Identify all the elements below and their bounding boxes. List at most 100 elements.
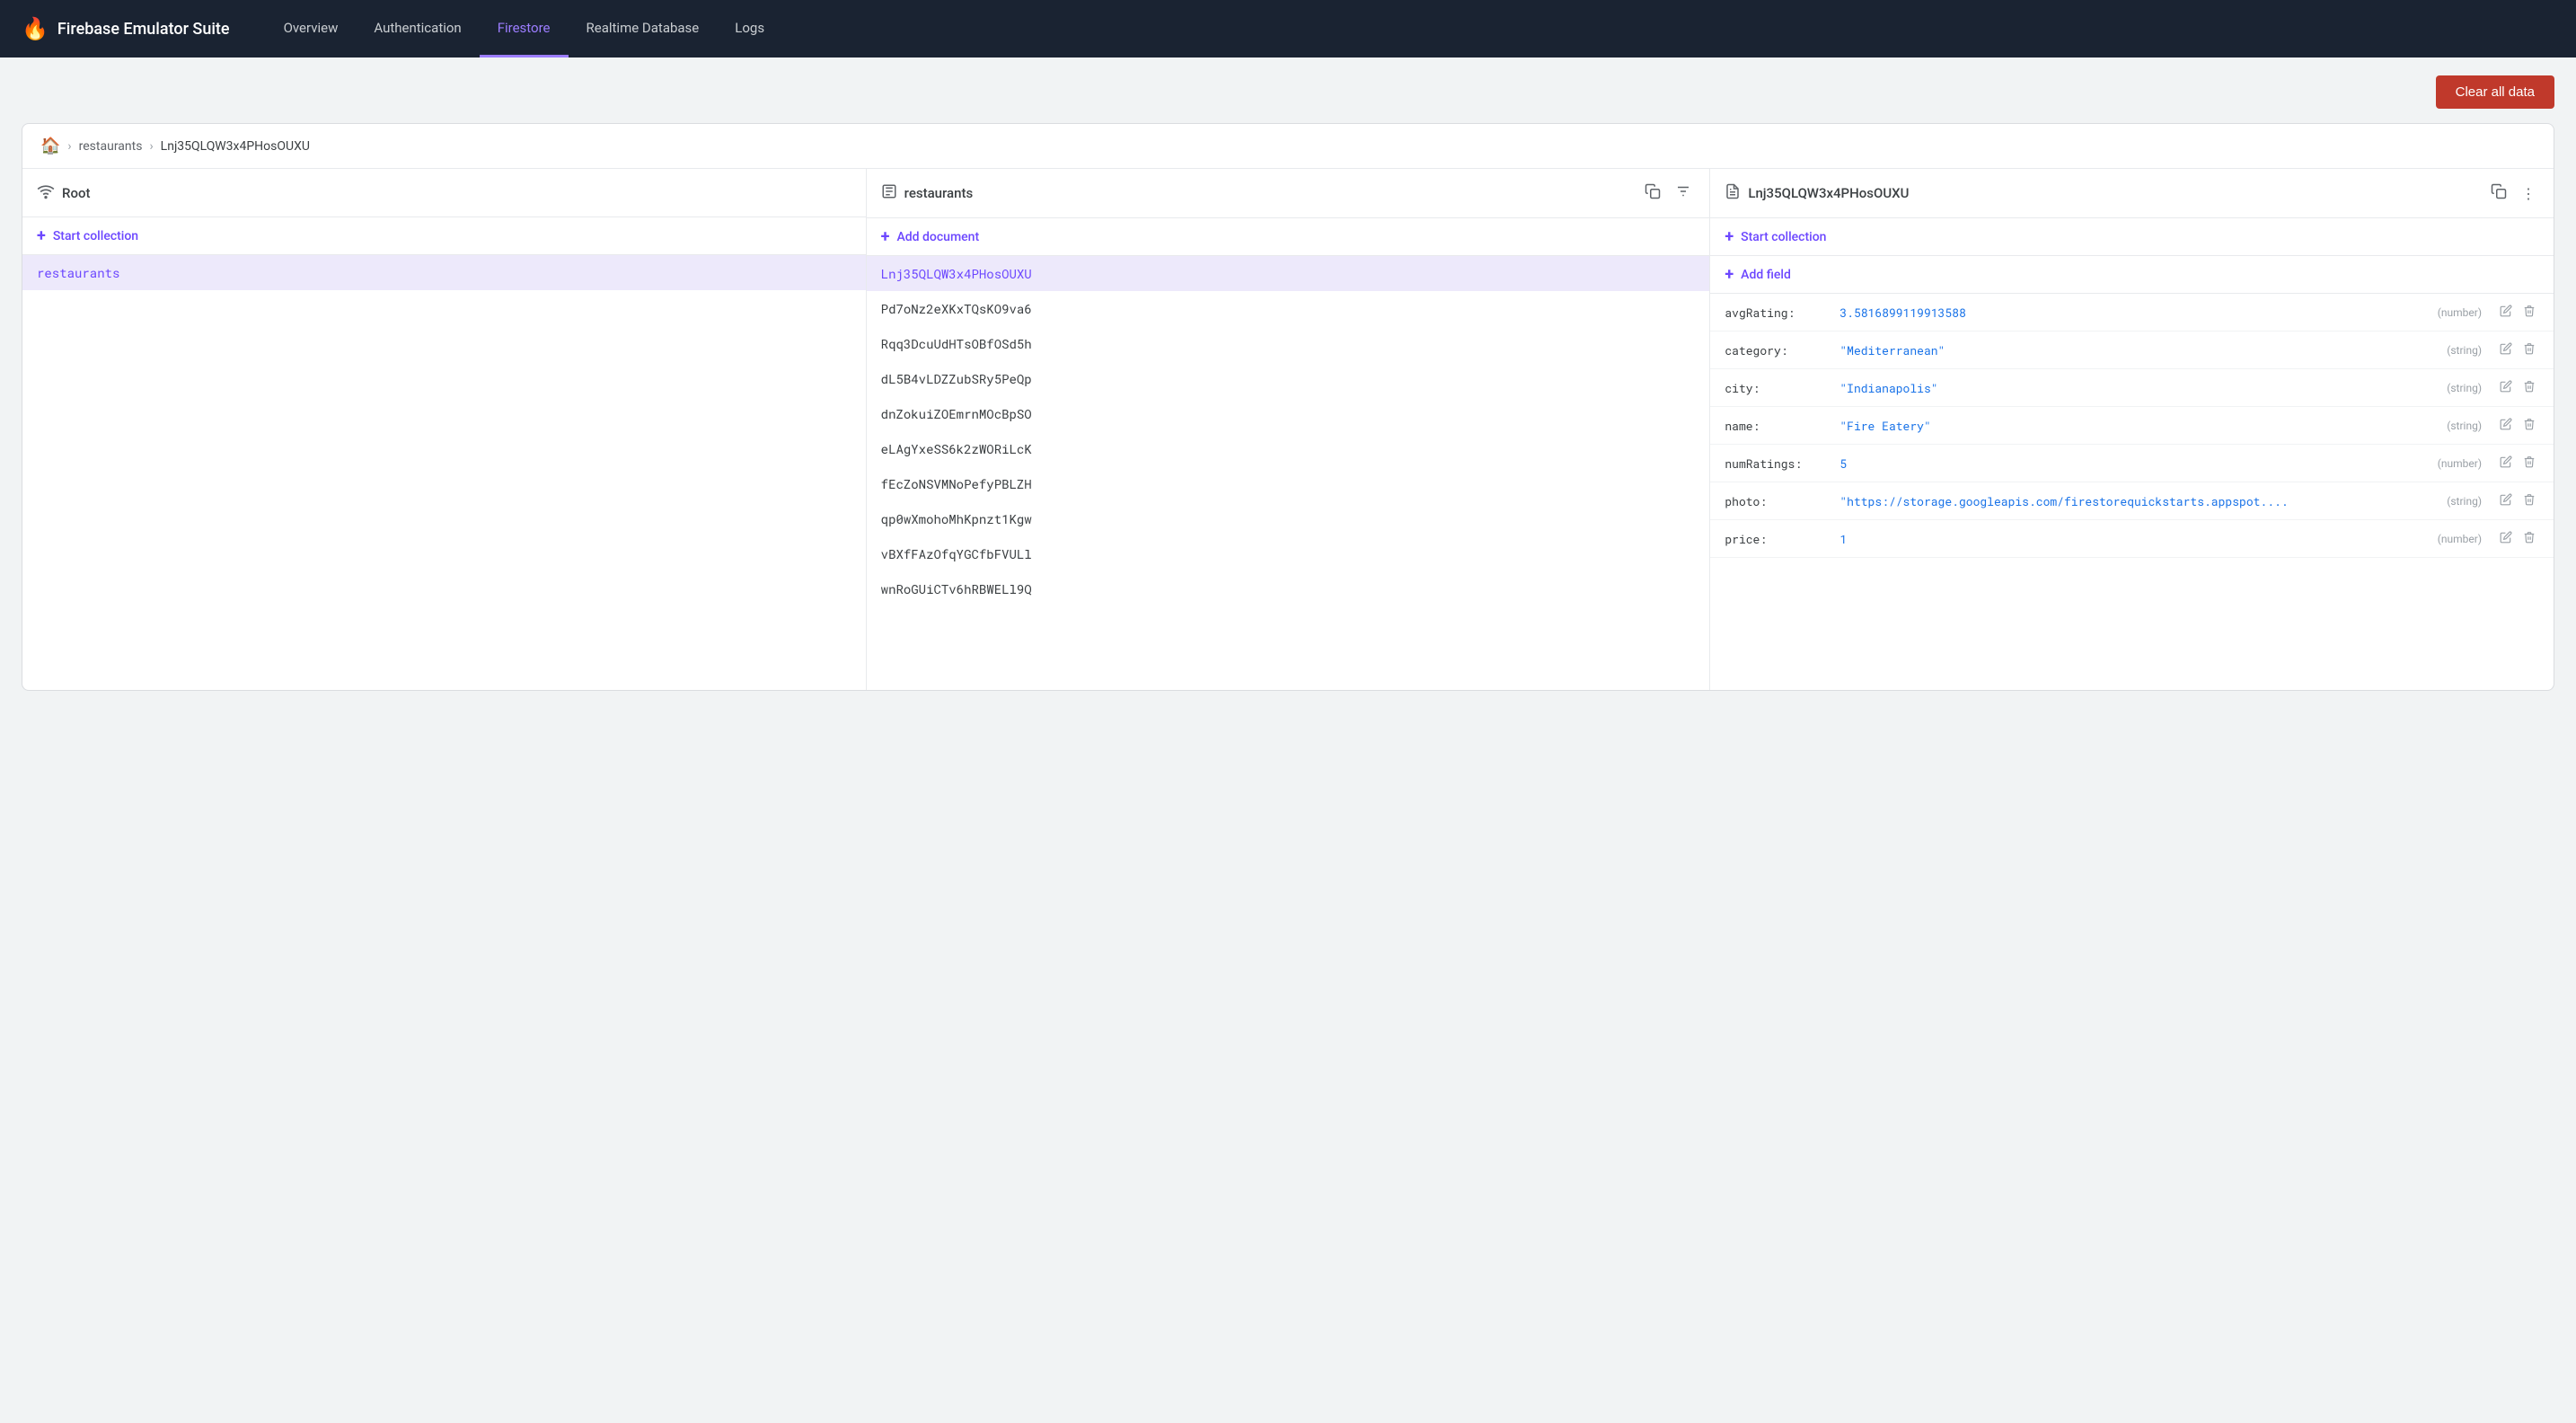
document-column-title: Lnj35QLQW3x4PHosOUXU xyxy=(1748,185,2480,201)
field-type: (string) xyxy=(2447,344,2489,357)
delete-field-button[interactable] xyxy=(2519,491,2539,510)
clear-all-data-button[interactable]: Clear all data xyxy=(2436,75,2554,109)
root-column: Root + Start collection restaurants xyxy=(22,169,867,690)
document-item-Pd7oNz2eXKxTQsKO9va6[interactable]: Pd7oNz2eXKxTQsKO9va6 xyxy=(867,291,1710,326)
field-actions xyxy=(2496,303,2539,322)
plus-icon-collection: + xyxy=(881,227,890,246)
nav-tab-overview[interactable]: Overview xyxy=(266,0,357,57)
field-value: 1 xyxy=(1839,531,2430,547)
document-item-eLAgYxeSS6k2zWORiLcK[interactable]: eLAgYxeSS6k2zWORiLcK xyxy=(867,431,1710,466)
field-row-photo: photo: "https://storage.googleapis.com/fi… xyxy=(1710,482,2554,520)
field-type: (number) xyxy=(2438,457,2489,470)
header: 🔥 Firebase Emulator Suite Overview Authe… xyxy=(0,0,2576,57)
breadcrumb-sep-1: › xyxy=(67,139,71,154)
document-item-fEcZoNSVMNoPefyPBLZH[interactable]: fEcZoNSVMNoPefyPBLZH xyxy=(867,466,1710,501)
root-wifi-icon xyxy=(37,182,55,204)
field-row-category: category: "Mediterranean" (string) xyxy=(1710,331,2554,369)
field-value: "Mediterranean" xyxy=(1839,342,2439,358)
start-collection-doc-label: Start collection xyxy=(1741,230,1826,244)
nav-tab-authentication[interactable]: Authentication xyxy=(356,0,479,57)
copy-collection-icon[interactable] xyxy=(1641,180,1664,207)
delete-field-button[interactable] xyxy=(2519,416,2539,435)
document-item-wnRoGUiCTv6hRBWELl9Q[interactable]: wnRoGUiCTv6hRBWELl9Q xyxy=(867,571,1710,606)
start-collection-root-label: Start collection xyxy=(53,229,138,243)
field-actions xyxy=(2496,378,2539,397)
field-name: numRatings: xyxy=(1725,455,1832,472)
field-name: name: xyxy=(1725,418,1832,434)
field-value: 3.5816899119913588 xyxy=(1839,305,2430,321)
edit-field-button[interactable] xyxy=(2496,454,2516,473)
fire-icon: 🔥 xyxy=(22,16,49,41)
breadcrumb-document: Lnj35QLQW3x4PHosOUXU xyxy=(161,139,310,154)
field-name: photo: xyxy=(1725,493,1832,509)
add-field-label: Add field xyxy=(1741,268,1791,282)
field-value: "https://storage.googleapis.com/firestor… xyxy=(1839,493,2439,509)
edit-field-button[interactable] xyxy=(2496,303,2516,322)
collection-column: restaurants xyxy=(867,169,1711,690)
app-logo: 🔥 Firebase Emulator Suite xyxy=(22,16,230,41)
field-actions xyxy=(2496,491,2539,510)
delete-field-button[interactable] xyxy=(2519,340,2539,359)
delete-field-button[interactable] xyxy=(2519,529,2539,548)
field-name: category: xyxy=(1725,342,1832,358)
nav-tab-firestore[interactable]: Firestore xyxy=(480,0,569,57)
field-list: avgRating: 3.5816899119913588 (number) cate… xyxy=(1710,294,2554,558)
add-document-row[interactable]: + Add document xyxy=(867,218,1710,256)
start-collection-root-row[interactable]: + Start collection xyxy=(22,217,866,255)
home-icon[interactable]: 🏠 xyxy=(40,137,60,155)
edit-field-button[interactable] xyxy=(2496,340,2516,359)
breadcrumb: 🏠 › restaurants › Lnj35QLQW3x4PHosOUXU xyxy=(22,124,2554,169)
plus-icon-root: + xyxy=(37,226,46,245)
document-column-header: Lnj35QLQW3x4PHosOUXU ⋮ xyxy=(1710,169,2554,218)
field-value: "Fire Eatery" xyxy=(1839,418,2439,434)
document-icon xyxy=(1725,183,1741,203)
document-item-qp0wXmohoMhKpnzt1Kgw[interactable]: qp0wXmohoMhKpnzt1Kgw xyxy=(867,501,1710,536)
nav-tab-logs[interactable]: Logs xyxy=(717,0,782,57)
field-type: (string) xyxy=(2447,420,2489,432)
root-column-header: Root xyxy=(22,169,866,217)
document-item-vBXfFAzOfqYGCfbFVULl[interactable]: vBXfFAzOfqYGCfbFVULl xyxy=(867,536,1710,571)
field-name: avgRating: xyxy=(1725,305,1832,321)
plus-icon-doc-collection: + xyxy=(1725,227,1734,246)
document-item-dL5B4vLDZZubSRy5PeQp[interactable]: dL5B4vLDZZubSRy5PeQp xyxy=(867,361,1710,396)
collection-column-title: restaurants xyxy=(904,185,1635,201)
edit-field-button[interactable] xyxy=(2496,416,2516,435)
field-type: (number) xyxy=(2438,533,2489,545)
edit-field-button[interactable] xyxy=(2496,378,2516,397)
filter-collection-icon[interactable] xyxy=(1672,180,1695,207)
field-row-numRatings: numRatings: 5 (number) xyxy=(1710,445,2554,482)
add-field-row[interactable]: + Add field xyxy=(1710,256,2554,294)
field-row-avgRating: avgRating:3.5816899119913588(number) xyxy=(1710,294,2554,331)
delete-field-button[interactable] xyxy=(2519,303,2539,322)
edit-field-button[interactable] xyxy=(2496,491,2516,510)
start-collection-doc-row[interactable]: + Start collection xyxy=(1710,218,2554,256)
field-value: 5 xyxy=(1839,455,2430,472)
more-document-icon[interactable]: ⋮ xyxy=(2518,181,2539,206)
main-content: Clear all data 🏠 › restaurants › Lnj35QL… xyxy=(0,57,2576,709)
breadcrumb-collection[interactable]: restaurants xyxy=(79,139,143,154)
add-document-label: Add document xyxy=(896,230,979,244)
field-type: (string) xyxy=(2447,382,2489,394)
field-actions xyxy=(2496,529,2539,548)
field-actions xyxy=(2496,340,2539,359)
collection-item-restaurants[interactable]: restaurants xyxy=(22,255,866,290)
root-column-title: Root xyxy=(62,185,851,201)
delete-field-button[interactable] xyxy=(2519,454,2539,473)
document-item-dnZokuiZOEmrnMOcBpSO[interactable]: dnZokuiZOEmrnMOcBpSO xyxy=(867,396,1710,431)
field-actions xyxy=(2496,416,2539,435)
field-row-city: city: "Indianapolis" (string) xyxy=(1710,369,2554,407)
field-row-name: name: "Fire Eatery" (string) xyxy=(1710,407,2554,445)
delete-field-button[interactable] xyxy=(2519,378,2539,397)
field-name: city: xyxy=(1725,380,1832,396)
plus-icon-field: + xyxy=(1725,265,1734,284)
document-item-Rqq3DcuUdHTsOBfOSd5h[interactable]: Rqq3DcuUdHTsOBfOSd5h xyxy=(867,326,1710,361)
field-value: "Indianapolis" xyxy=(1839,380,2439,396)
field-name: price: xyxy=(1725,531,1832,547)
edit-field-button[interactable] xyxy=(2496,529,2516,548)
document-item-Lnj35QLQW3x4PHosOUXU[interactable]: Lnj35QLQW3x4PHosOUXU xyxy=(867,256,1710,291)
document-list: Lnj35QLQW3x4PHosOUXUPd7oNz2eXKxTQsKO9va6… xyxy=(867,256,1710,606)
nav-tab-realtime-database[interactable]: Realtime Database xyxy=(569,0,718,57)
document-column: Lnj35QLQW3x4PHosOUXU ⋮ + Start collectio… xyxy=(1710,169,2554,690)
collection-doc-icon xyxy=(881,183,897,203)
copy-document-icon[interactable] xyxy=(2487,180,2510,207)
